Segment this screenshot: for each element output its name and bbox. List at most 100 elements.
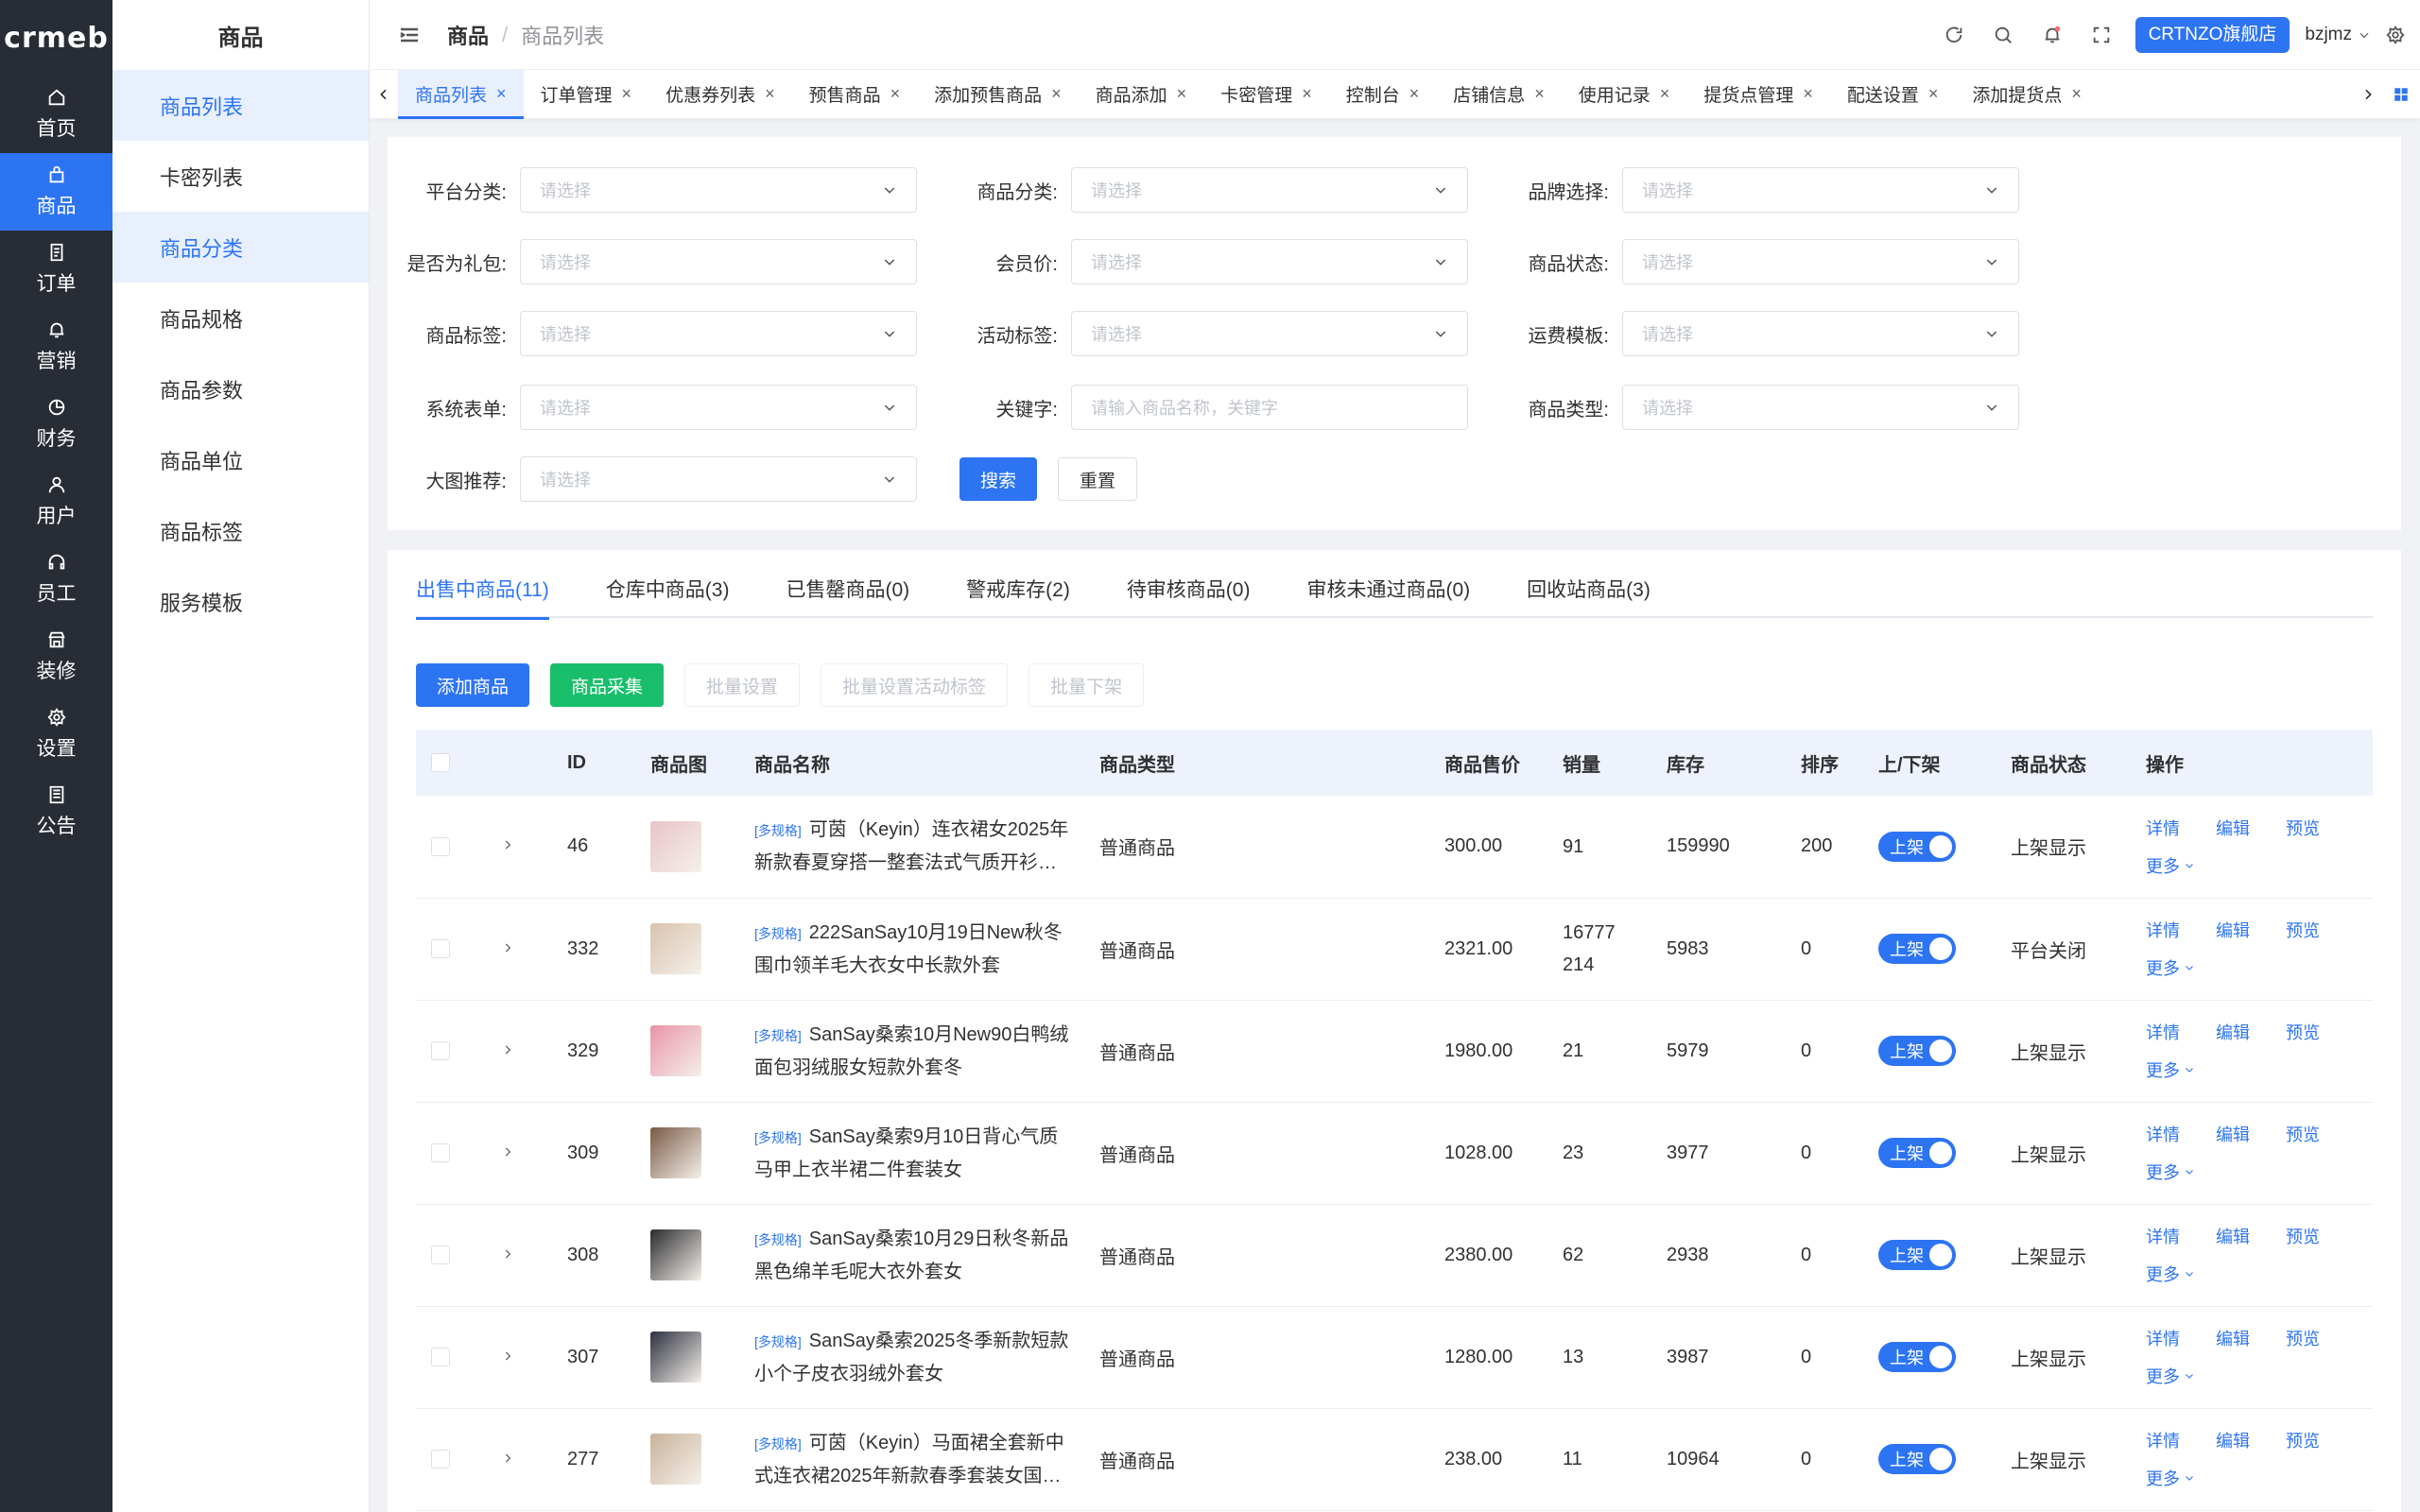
select-product-category[interactable]: 请选择	[1071, 167, 1468, 213]
edit-link[interactable]: 编辑	[2216, 1224, 2286, 1248]
close-icon[interactable]: ×	[2071, 84, 2082, 104]
add-product-button[interactable]: 添加商品	[416, 663, 530, 707]
more-dropdown[interactable]: 更多	[2146, 955, 2216, 980]
menu-fold-icon[interactable]	[381, 24, 438, 46]
row-checkbox[interactable]	[431, 1450, 450, 1469]
user-dropdown[interactable]: bzjmz	[2305, 25, 2371, 45]
grid-menu-icon[interactable]	[2382, 86, 2420, 103]
on-shelf-toggle[interactable]: 上架	[1878, 1342, 1956, 1372]
rail-item-marketing[interactable]: 营销	[0, 308, 112, 386]
chevron-right-icon[interactable]	[501, 1349, 514, 1363]
on-shelf-toggle[interactable]: 上架	[1878, 1036, 1956, 1066]
on-shelf-toggle[interactable]: 上架	[1878, 934, 1956, 964]
tab-review-failed[interactable]: 审核未通过商品(0)	[1306, 576, 1470, 618]
tag-store-info[interactable]: 店铺信息 ×	[1436, 70, 1562, 119]
detail-link[interactable]: 详情	[2146, 816, 2216, 840]
batch-off-button[interactable]: 批量下架	[1028, 663, 1145, 707]
submenu-item-label[interactable]: 商品标签	[112, 495, 369, 566]
tag-add-product[interactable]: 商品添加 ×	[1079, 70, 1204, 119]
close-icon[interactable]: ×	[1177, 84, 1187, 104]
more-dropdown[interactable]: 更多	[2146, 853, 2216, 878]
collect-product-button[interactable]: 商品采集	[550, 663, 665, 707]
tag-add-pickup[interactable]: 添加提货点 ×	[1955, 70, 2099, 119]
select-product-status[interactable]: 请选择	[1622, 239, 2019, 284]
edit-link[interactable]: 编辑	[2216, 1326, 2286, 1350]
close-icon[interactable]: ×	[622, 84, 632, 104]
on-shelf-toggle[interactable]: 上架	[1878, 1240, 1956, 1270]
close-icon[interactable]: ×	[1803, 84, 1813, 104]
chevron-right-icon[interactable]	[501, 1145, 514, 1159]
submenu-item-spec[interactable]: 商品规格	[112, 283, 369, 353]
close-icon[interactable]: ×	[1302, 84, 1312, 104]
product-thumbnail[interactable]	[650, 820, 701, 872]
select-product-tag[interactable]: 请选择	[520, 311, 917, 356]
tag-card-manage[interactable]: 卡密管理 ×	[1203, 70, 1329, 119]
tag-product-list[interactable]: 商品列表 ×	[398, 69, 524, 119]
close-icon[interactable]: ×	[765, 84, 775, 104]
more-dropdown[interactable]: 更多	[2146, 1364, 2216, 1388]
tag-delivery-settings[interactable]: 配送设置 ×	[1830, 70, 1956, 119]
select-activity-tag[interactable]: 请选择	[1071, 311, 1468, 356]
on-shelf-toggle[interactable]: 上架	[1878, 1138, 1956, 1168]
submenu-item-unit[interactable]: 商品单位	[112, 424, 369, 495]
tab-pending-review[interactable]: 待审核商品(0)	[1127, 576, 1251, 618]
close-icon[interactable]: ×	[1409, 84, 1420, 104]
product-thumbnail[interactable]	[650, 923, 701, 974]
rail-item-home[interactable]: 首页	[0, 76, 112, 153]
edit-link[interactable]: 编辑	[2216, 1020, 2286, 1044]
tag-add-presale[interactable]: 添加预售商品 ×	[917, 70, 1079, 119]
fullscreen-icon[interactable]	[2077, 25, 2126, 45]
rail-item-product[interactable]: 商品	[0, 153, 112, 231]
close-icon[interactable]: ×	[1534, 84, 1545, 104]
chevron-right-icon[interactable]	[501, 941, 514, 954]
select-is-gift[interactable]: 请选择	[520, 239, 917, 284]
tag-usage-record[interactable]: 使用记录 ×	[1562, 70, 1687, 119]
tag-pickup-manage[interactable]: 提货点管理 ×	[1686, 70, 1830, 119]
product-thumbnail[interactable]	[650, 1229, 701, 1280]
search-icon[interactable]	[1979, 25, 2028, 45]
rail-item-decorate[interactable]: 装修	[0, 618, 112, 696]
row-checkbox[interactable]	[431, 1246, 450, 1264]
product-thumbnail[interactable]	[650, 1127, 701, 1178]
shop-button[interactable]: CRTNZO旗舰店	[2135, 17, 2290, 53]
select-platform-category[interactable]: 请选择	[520, 167, 917, 213]
edit-link[interactable]: 编辑	[2216, 918, 2286, 942]
close-icon[interactable]: ×	[496, 84, 507, 104]
detail-link[interactable]: 详情	[2146, 1224, 2216, 1248]
rail-item-user[interactable]: 用户	[0, 463, 112, 541]
batch-set-button[interactable]: 批量设置	[684, 663, 801, 707]
breadcrumb-root[interactable]: 商品	[447, 20, 489, 50]
batch-tag-button[interactable]: 批量设置活动标签	[821, 663, 1009, 707]
tab-recycle-bin[interactable]: 回收站商品(3)	[1527, 576, 1651, 618]
product-thumbnail[interactable]	[650, 1332, 701, 1383]
preview-link[interactable]: 预览	[2286, 816, 2356, 840]
detail-link[interactable]: 详情	[2146, 918, 2216, 942]
close-icon[interactable]: ×	[890, 84, 901, 104]
close-icon[interactable]: ×	[1660, 84, 1670, 104]
tag-console[interactable]: 控制台 ×	[1329, 70, 1437, 119]
select-all-checkbox[interactable]	[431, 753, 450, 772]
reset-button[interactable]: 重置	[1058, 457, 1138, 501]
settings-gear-icon[interactable]	[2371, 25, 2420, 45]
row-checkbox[interactable]	[431, 836, 450, 856]
edit-link[interactable]: 编辑	[2216, 1428, 2286, 1452]
edit-link[interactable]: 编辑	[2216, 1122, 2286, 1146]
row-checkbox[interactable]	[431, 939, 450, 958]
more-dropdown[interactable]: 更多	[2146, 1262, 2216, 1286]
search-button[interactable]: 搜索	[959, 457, 1038, 501]
submenu-item-params[interactable]: 商品参数	[112, 353, 369, 424]
on-shelf-toggle[interactable]: 上架	[1878, 831, 1956, 862]
tab-sold-out[interactable]: 已售罄商品(0)	[786, 576, 909, 618]
detail-link[interactable]: 详情	[2146, 1020, 2216, 1044]
preview-link[interactable]: 预览	[2286, 1224, 2356, 1248]
more-dropdown[interactable]: 更多	[2146, 1160, 2216, 1184]
select-member-price[interactable]: 请选择	[1071, 239, 1468, 284]
row-checkbox[interactable]	[431, 1348, 450, 1366]
notification-icon[interactable]	[2028, 25, 2077, 45]
submenu-item-card-list[interactable]: 卡密列表	[112, 141, 369, 212]
rail-item-notice[interactable]: 公告	[0, 773, 112, 850]
chevron-right-icon[interactable]	[501, 1452, 514, 1465]
preview-link[interactable]: 预览	[2286, 1020, 2356, 1044]
tab-in-warehouse[interactable]: 仓库中商品(3)	[606, 576, 730, 618]
tag-presale[interactable]: 预售商品 ×	[792, 70, 918, 119]
